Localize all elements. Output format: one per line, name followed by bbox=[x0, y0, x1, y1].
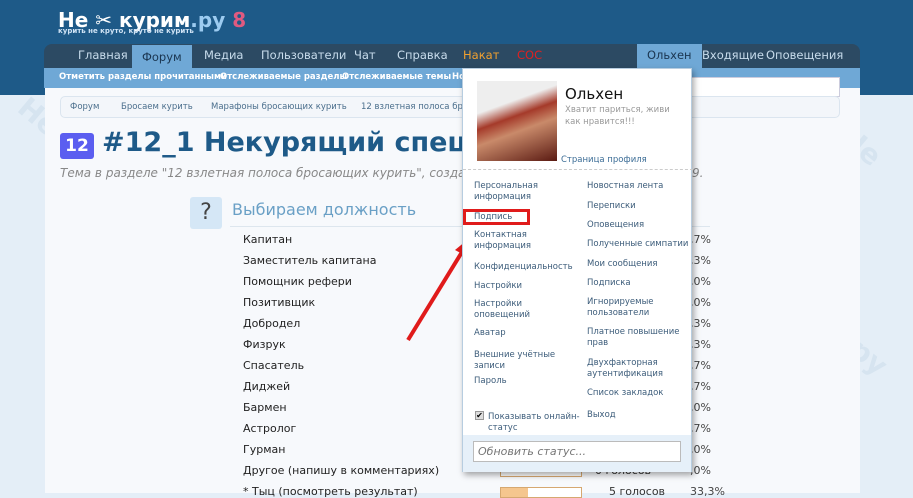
menu-item-left[interactable]: Настройки оповещений bbox=[474, 299, 579, 321]
menu-item-left[interactable]: Пароль bbox=[474, 376, 579, 387]
menu-item-right[interactable]: Платное повышение прав bbox=[587, 327, 692, 349]
menu-item-right[interactable]: Оповещения bbox=[587, 220, 692, 231]
menu-item-right[interactable]: Выход bbox=[587, 410, 692, 421]
show-online-checkbox[interactable]: ✔ bbox=[475, 411, 484, 420]
menu-item-right[interactable]: Подписка bbox=[587, 278, 692, 289]
avatar[interactable] bbox=[477, 81, 557, 161]
menu-item-left[interactable]: Контактная информация bbox=[474, 230, 579, 252]
status-update-input[interactable] bbox=[473, 441, 681, 462]
menu-item-left[interactable]: Персональная информация bbox=[474, 181, 579, 203]
popup-status: Хватит париться, живи как нравится!!! bbox=[565, 105, 670, 127]
menu-item-left[interactable]: Аватар bbox=[474, 328, 579, 339]
highlight-box bbox=[463, 209, 530, 225]
menu-item-right[interactable]: Переписки bbox=[587, 201, 692, 212]
red-arrow-annotation bbox=[406, 236, 472, 342]
show-online-label[interactable]: Показывать онлайн-статус bbox=[488, 412, 593, 434]
menu-item-right[interactable]: Список закладок bbox=[587, 388, 692, 399]
menu-item-right[interactable]: Полученные симпатии bbox=[587, 239, 692, 250]
popup-username[interactable]: Ольхен bbox=[565, 85, 623, 103]
menu-item-left[interactable]: Настройки bbox=[474, 281, 579, 292]
menu-item-right[interactable]: Двухфакторная аутентификация bbox=[587, 358, 692, 380]
user-account-popup: Ольхен Хватит париться, живи как нравитс… bbox=[462, 68, 693, 472]
menu-item-right[interactable]: Новостная лента bbox=[587, 181, 692, 192]
menu-item-right[interactable]: Игнорируемые пользователи bbox=[587, 297, 692, 319]
menu-item-right[interactable]: Мои сообщения bbox=[587, 259, 692, 270]
profile-page-link[interactable]: Страница профиля bbox=[561, 155, 647, 165]
menu-item-left[interactable]: Внешние учётные записи bbox=[474, 350, 579, 372]
menu-item-left[interactable]: Конфиденциальность bbox=[474, 262, 579, 273]
